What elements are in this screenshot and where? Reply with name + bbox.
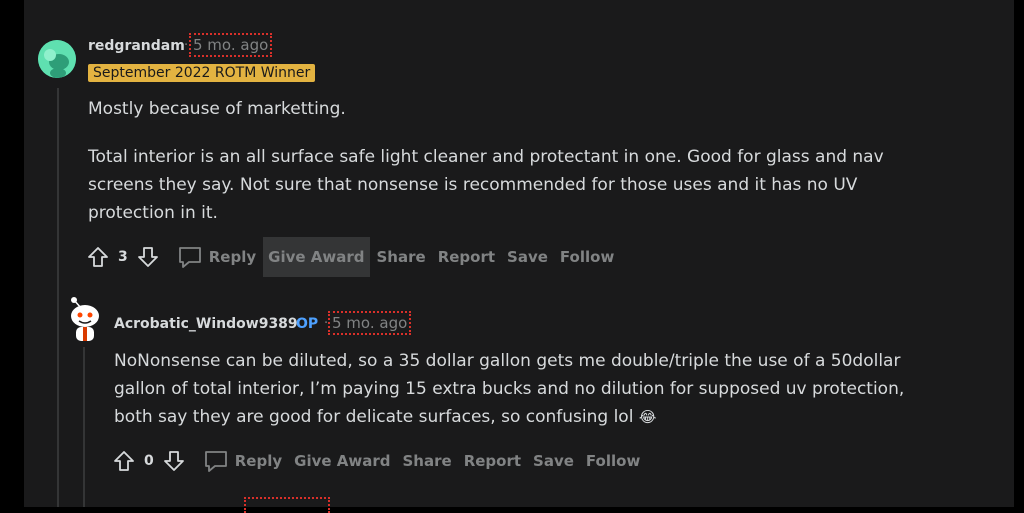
snoo-avatar-icon: [38, 40, 76, 78]
report-button[interactable]: Report: [459, 441, 526, 481]
comment-paragraph-line: Total interior is an all surface safe li…: [88, 147, 884, 167]
snoo-avatar-icon: [71, 297, 99, 341]
upvote-icon[interactable]: [110, 447, 138, 475]
upvote-icon[interactable]: [84, 243, 112, 271]
op-badge: OP: [296, 316, 319, 332]
comment-body: Mostly because of marketting. Total inte…: [88, 95, 948, 227]
comment-paragraph: Mostly because of marketting.: [88, 99, 346, 119]
comment-actions: 0 Reply Give Award Share Report Save Fol…: [110, 441, 647, 481]
give-award-button[interactable]: Give Award: [289, 441, 395, 481]
comment-text: both say they are good for delicate surf…: [114, 407, 634, 427]
comment-author[interactable]: redgrandam: [88, 38, 185, 54]
comment-paragraph-line: both say they are good for delicate surf…: [114, 403, 974, 431]
comment-paragraph-line: gallon of total interior, I’m paying 15 …: [114, 379, 905, 399]
thread-line-comment2[interactable]: [83, 347, 85, 507]
comment-timestamp[interactable]: 5 mo. ago: [188, 33, 273, 57]
comment-paragraph-line: screens they say. Not sure that nonsense…: [88, 175, 858, 195]
share-button[interactable]: Share: [398, 441, 457, 481]
separator-dot: ·: [324, 316, 329, 331]
follow-button[interactable]: Follow: [555, 237, 619, 277]
vote-count: 3: [118, 249, 128, 265]
save-button[interactable]: Save: [502, 237, 553, 277]
reply-button[interactable]: Reply: [172, 237, 261, 277]
share-button[interactable]: Share: [372, 237, 431, 277]
comment-body: NoNonsense can be diluted, so a 35 dolla…: [114, 347, 974, 431]
save-button[interactable]: Save: [528, 441, 579, 481]
comment-author[interactable]: Acrobatic_Window9389: [114, 316, 298, 332]
downvote-icon[interactable]: [134, 243, 162, 271]
reply-label: Reply: [234, 452, 283, 470]
report-button[interactable]: Report: [433, 237, 500, 277]
separator-dot: ·: [184, 38, 189, 53]
downvote-icon[interactable]: [160, 447, 188, 475]
comment-actions: 3 Reply Give Award Share Report Save Fol…: [84, 237, 621, 277]
comment-bubble-icon: [204, 451, 227, 472]
reply-button[interactable]: Reply: [198, 441, 287, 481]
comment-paragraph-line: NoNonsense can be diluted, so a 35 dolla…: [114, 351, 901, 371]
comment-paragraph-line: protection in it.: [88, 203, 218, 223]
laughing-emoji-icon: 😂: [638, 408, 657, 426]
comment-bubble-icon: [178, 247, 201, 268]
avatar[interactable]: [64, 296, 106, 344]
follow-button[interactable]: Follow: [581, 441, 645, 481]
next-comment-timestamp-highlight: [244, 497, 330, 513]
vote-count: 0: [144, 453, 154, 469]
comment-timestamp[interactable]: 5 mo. ago: [327, 311, 412, 335]
thread-line-comment1[interactable]: [57, 88, 59, 507]
avatar[interactable]: [38, 40, 76, 78]
give-award-button[interactable]: Give Award: [263, 237, 370, 277]
user-flair: September 2022 ROTM Winner: [88, 64, 316, 82]
reply-label: Reply: [208, 248, 257, 266]
